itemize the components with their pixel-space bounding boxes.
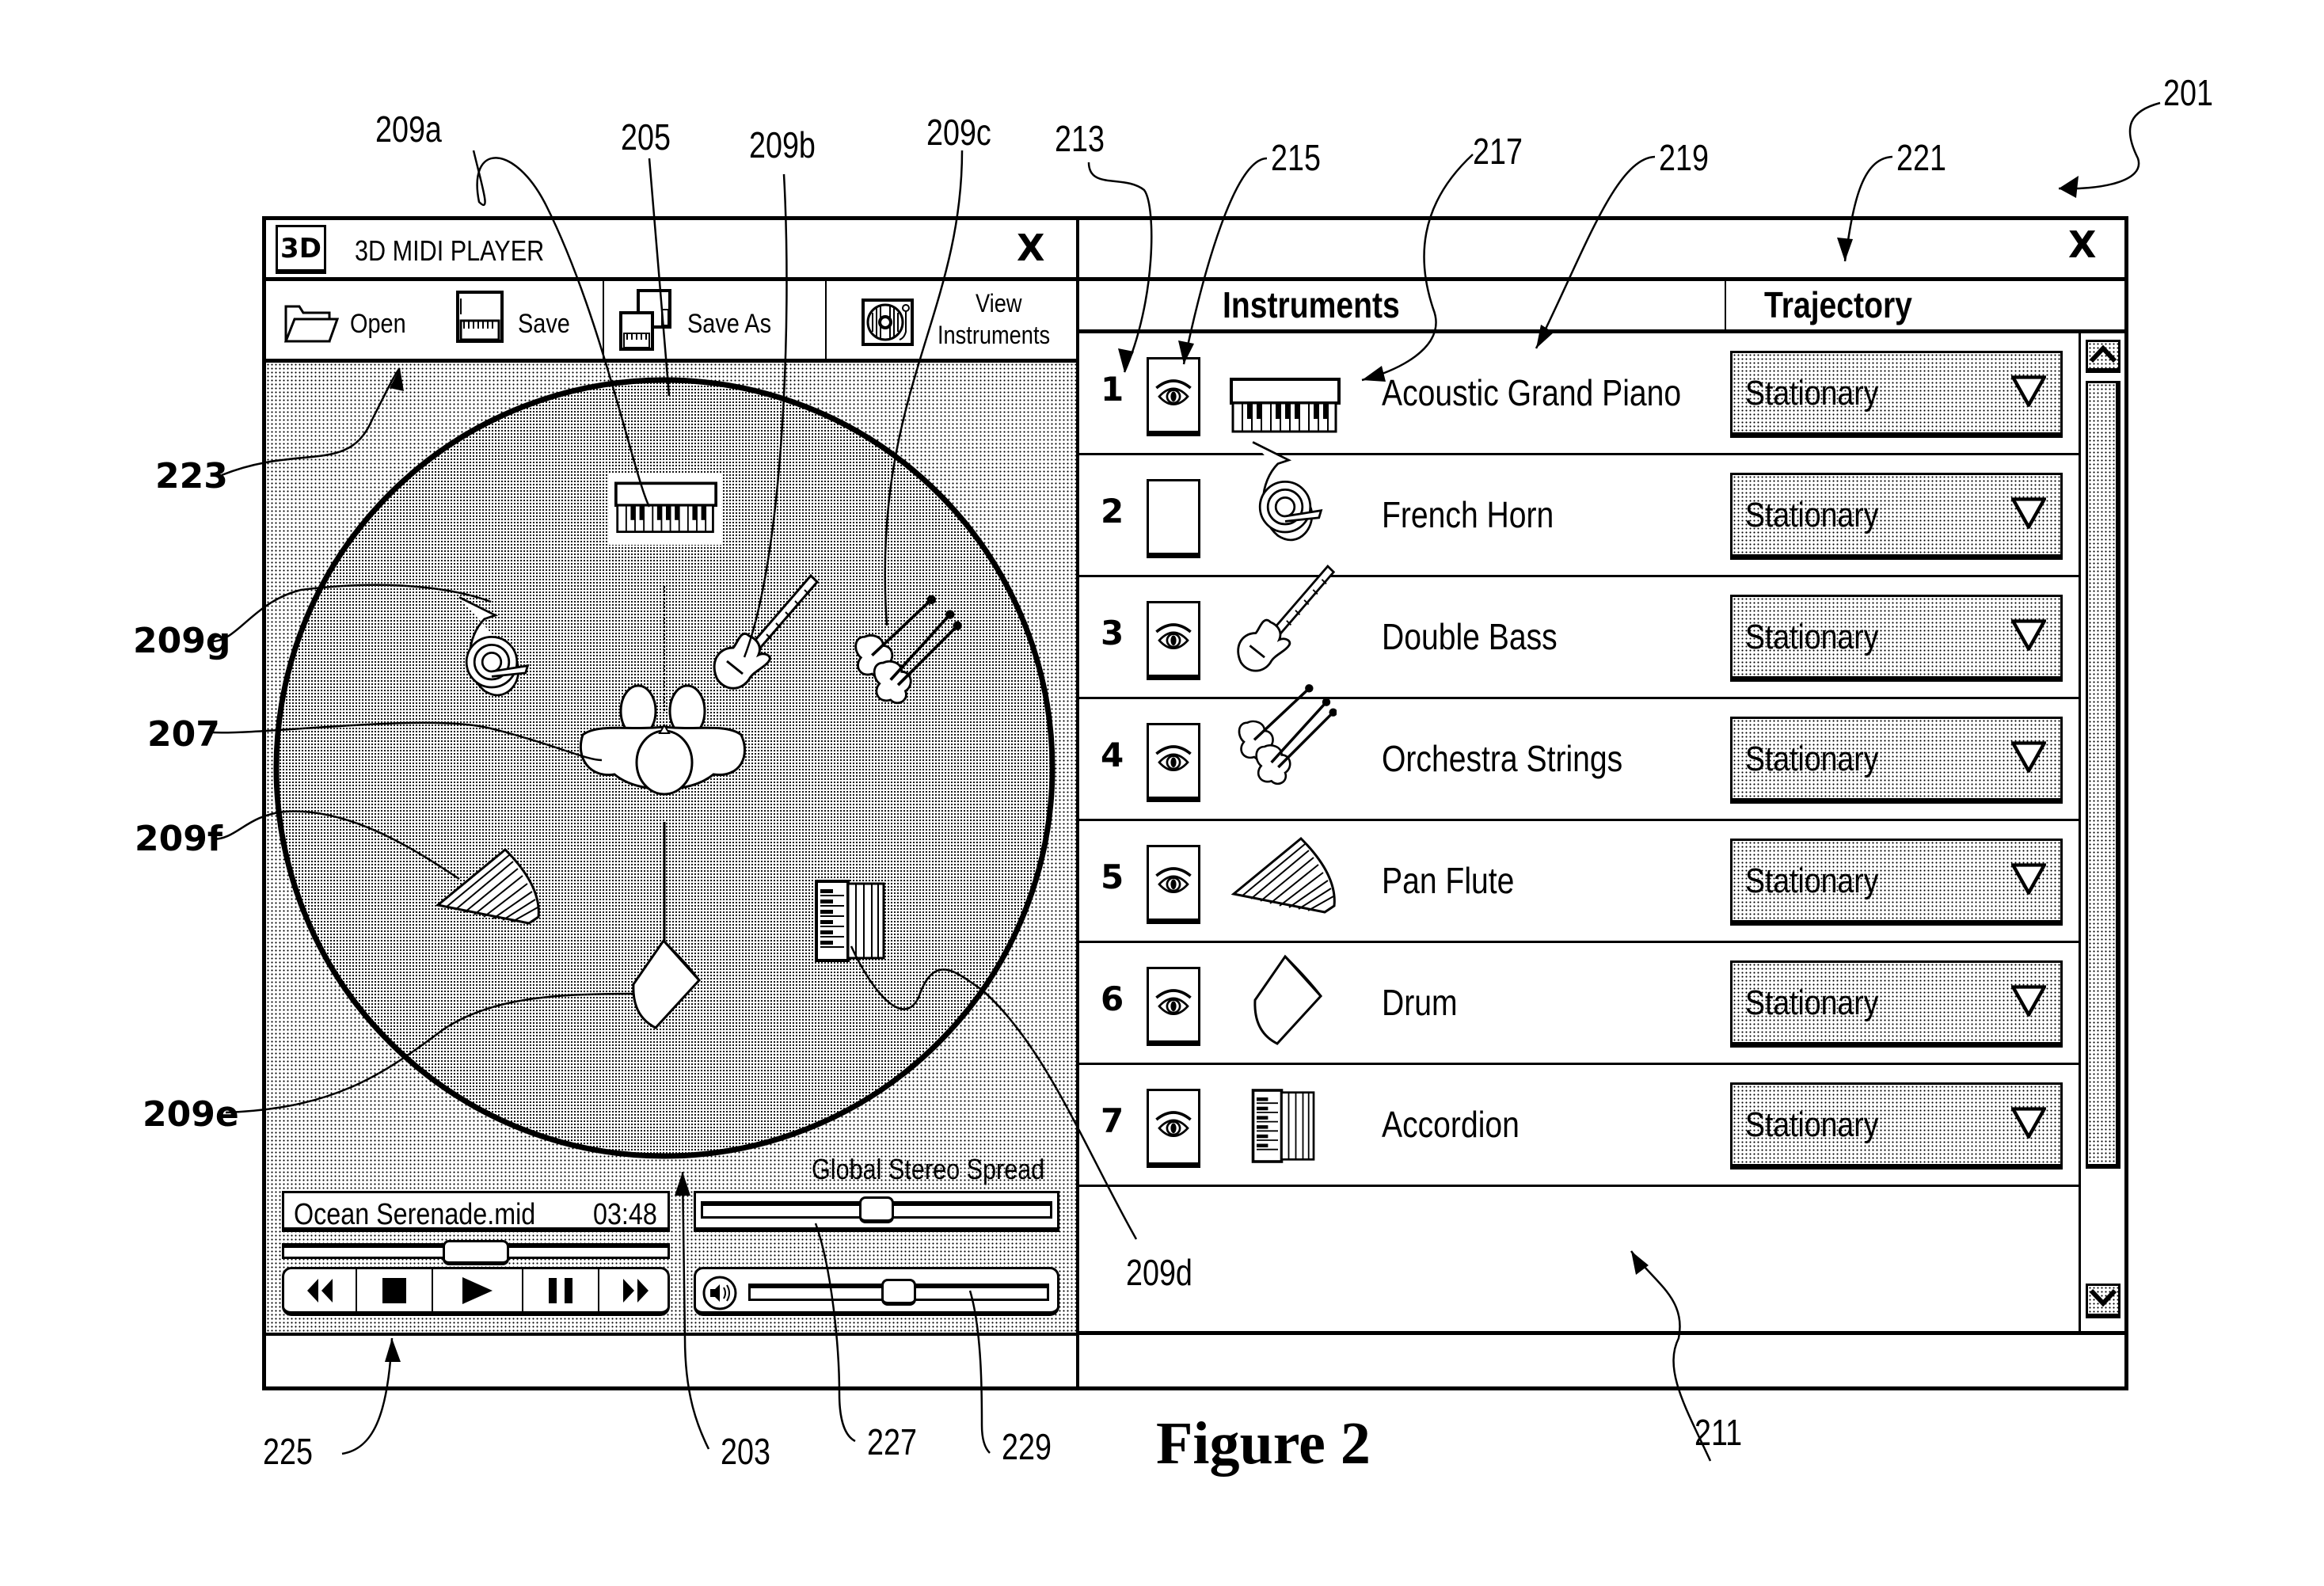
ref-207: 207 [147,714,220,755]
ref-203: 203 [721,1431,770,1472]
ref-209e: 209e [143,1094,239,1135]
ref-219: 219 [1659,137,1709,178]
ref-229: 229 [1002,1426,1052,1467]
ref-217: 217 [1473,131,1523,172]
ref-221: 221 [1896,137,1946,178]
ref-209b: 209b [749,124,816,165]
ref-225: 225 [263,1431,313,1472]
ref-201: 201 [2163,72,2213,113]
ref-215: 215 [1271,137,1321,178]
ref-209f: 209f [135,819,223,859]
ref-223: 223 [155,456,228,496]
ref-213: 213 [1055,118,1105,159]
ref-209d: 209d [1126,1252,1192,1293]
ref-209c: 209c [926,112,991,153]
leader-lines [211,101,2161,1462]
ref-211: 211 [1695,1412,1743,1453]
figure-caption: Figure 2 [1156,1410,1371,1477]
ref-209g: 209g [133,621,231,661]
ref-227: 227 [867,1421,917,1462]
ref-205: 205 [621,116,671,158]
ref-209a: 209a [375,108,442,150]
